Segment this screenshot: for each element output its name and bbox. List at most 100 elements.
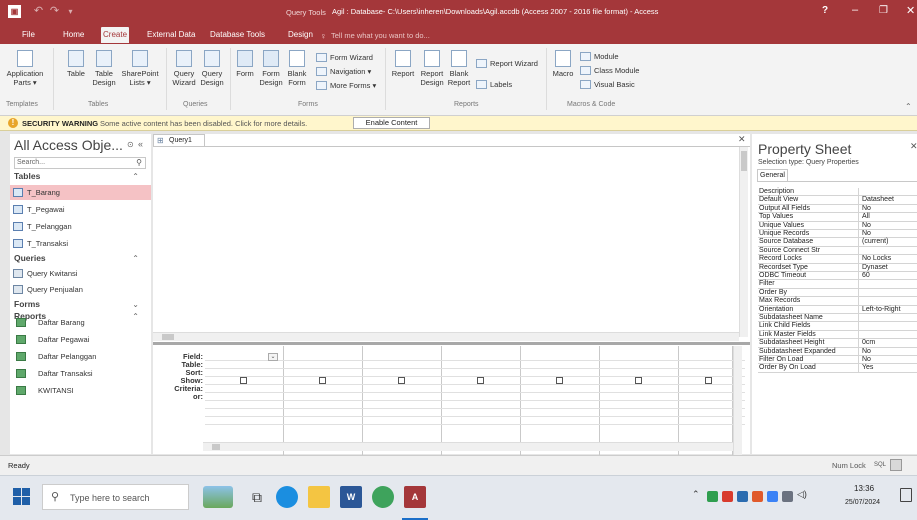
report-wizard-button[interactable]: Report Wizard [476,59,538,68]
field-dropdown-icon[interactable]: ⌄ [268,353,278,361]
property-value[interactable]: 0cm [862,339,875,347]
pane-splitter[interactable] [153,342,750,345]
tab-design[interactable]: Design [286,27,315,43]
property-value[interactable]: All [862,213,870,221]
grid-hscroll[interactable] [203,442,733,451]
property-row[interactable]: Max Records [758,297,917,306]
chrome-icon[interactable] [372,486,394,508]
help-button[interactable]: ? [822,5,828,16]
property-value[interactable]: (current) [862,238,888,246]
table-design-button[interactable]: Table Design [90,50,118,87]
nav-section-tables[interactable]: Tables ⌃ [10,170,151,183]
show-checkbox[interactable] [319,377,326,384]
edge-icon[interactable] [276,486,298,508]
security-message[interactable]: Some active content has been disabled. C… [100,119,307,128]
property-row[interactable]: Subdatasheet Expanded No [758,347,917,356]
nav-menu-icon[interactable]: ⊙ [127,140,134,149]
property-row[interactable]: Source Database (current) [758,238,917,247]
close-button[interactable]: ✕ [906,4,915,17]
query1-tab[interactable]: ⊞ Query1 [153,134,205,146]
volume-icon[interactable]: ◁) [797,489,807,500]
clock-time[interactable]: 13:36 [854,484,874,493]
scroll-thumb[interactable] [162,334,174,340]
property-row[interactable]: Unique Records No [758,230,917,239]
sharepoint-lists-button[interactable]: SharePoint Lists ▾ [117,50,163,87]
tray-overflow-icon[interactable]: ⌃ [692,489,700,500]
tray-app-icon[interactable] [767,491,778,502]
tab-home[interactable]: Home [61,27,86,43]
clock-date[interactable]: 25/07/2024 [845,499,880,506]
blank-report-button[interactable]: Blank Report [446,50,472,87]
nav-item-t-pegawai[interactable]: T_Pegawai [10,202,151,217]
property-row[interactable]: Order By On Load Yes [758,364,917,373]
redo-icon[interactable]: ↷ [48,5,61,18]
property-row[interactable]: Default View Datasheet [758,196,917,205]
nav-item-daftar-transaksi[interactable]: Daftar Transaksi [10,366,151,381]
property-value[interactable]: No Locks [862,255,891,263]
file-explorer-icon[interactable] [308,486,330,508]
tray-app-icon[interactable] [737,491,748,502]
application-parts-button[interactable]: Application Parts ▾ [6,50,44,87]
undo-icon[interactable]: ↶ [32,5,45,18]
nav-item-query-penjualan[interactable]: Query Penjualan [10,282,151,297]
property-row[interactable]: Link Child Fields [758,322,917,331]
nav-search-input[interactable]: Search... ⚲ [14,157,146,169]
visual-basic-button[interactable]: Visual Basic [580,80,635,89]
nav-item-daftar-barang[interactable]: Daftar Barang [10,315,151,330]
save-icon[interactable]: ▣ [8,5,21,18]
nav-item-t-barang[interactable]: T_Barang [10,185,151,200]
report-design-button[interactable]: Report Design [418,50,446,87]
module-button[interactable]: Module [580,52,619,61]
query-design-button[interactable]: Query Design [198,50,226,87]
property-row[interactable]: Description [758,188,917,197]
more-forms-button[interactable]: More Forms ▾ [316,81,376,90]
table-pane-hscroll[interactable] [153,332,739,341]
property-value[interactable]: Left-to-Right [862,306,901,314]
table-button[interactable]: Table [62,50,90,78]
tab-create[interactable]: Create [101,27,130,43]
sql-view-button[interactable]: SQL [874,462,886,468]
tab-database-tools[interactable]: Database Tools [208,27,267,43]
task-view-icon[interactable]: ⧉ [246,486,268,508]
property-row[interactable]: Subdatasheet Height 0cm [758,339,917,348]
nav-item-query-kwitansi[interactable]: Query Kwitansi [10,266,151,281]
form-design-button[interactable]: Form Design [258,50,284,87]
windows-start-icon[interactable] [13,488,30,505]
form-button[interactable]: Form [232,50,258,78]
form-wizard-button[interactable]: Form Wizard [316,53,373,62]
property-value[interactable]: No [862,205,871,213]
show-checkbox[interactable] [556,377,563,384]
network-icon[interactable] [782,491,793,502]
design-view-button[interactable] [890,459,902,471]
navigation-button[interactable]: Navigation ▾ [316,67,371,76]
nav-section-queries[interactable]: Queries ⌃ [10,252,151,265]
scroll-thumb[interactable] [212,444,220,450]
show-checkbox[interactable] [477,377,484,384]
tray-app-icon[interactable] [707,491,718,502]
weather-widget-icon[interactable] [203,486,233,508]
nav-item-daftar-pelanggan[interactable]: Daftar Pelanggan [10,349,151,364]
property-value[interactable]: No [862,222,871,230]
nav-pane-title[interactable]: All Access Obje... [14,137,123,153]
property-value[interactable]: Datasheet [862,196,894,204]
customize-qat-icon[interactable]: ▾ [64,5,77,18]
show-checkbox[interactable] [240,377,247,384]
macro-button[interactable]: Macro [550,50,576,78]
tab-external-data[interactable]: External Data [145,27,197,43]
nav-item-kwitansi[interactable]: KWITANSI [10,383,151,398]
labels-button[interactable]: Labels [476,80,512,89]
property-row[interactable]: Recordset Type Dynaset [758,263,917,272]
query-wizard-button[interactable]: Query Wizard [170,50,198,87]
property-row[interactable]: Subdatasheet Name [758,314,917,323]
close-property-sheet-icon[interactable]: ✕ [910,141,917,152]
property-row[interactable]: Output All Fields No [758,204,917,214]
taskbar-search-box[interactable]: ⚲ Type here to search [42,484,189,510]
minimize-button[interactable]: – [852,4,858,16]
enable-content-button[interactable]: Enable Content [353,117,430,129]
tell-me-input[interactable]: Tell me what you want to do... [331,31,430,40]
property-row[interactable]: Source Connect Str [758,246,917,256]
property-value[interactable]: No [862,348,871,356]
scroll-thumb[interactable] [741,151,747,171]
class-module-button[interactable]: Class Module [580,66,639,75]
property-row[interactable]: Filter [758,280,917,289]
